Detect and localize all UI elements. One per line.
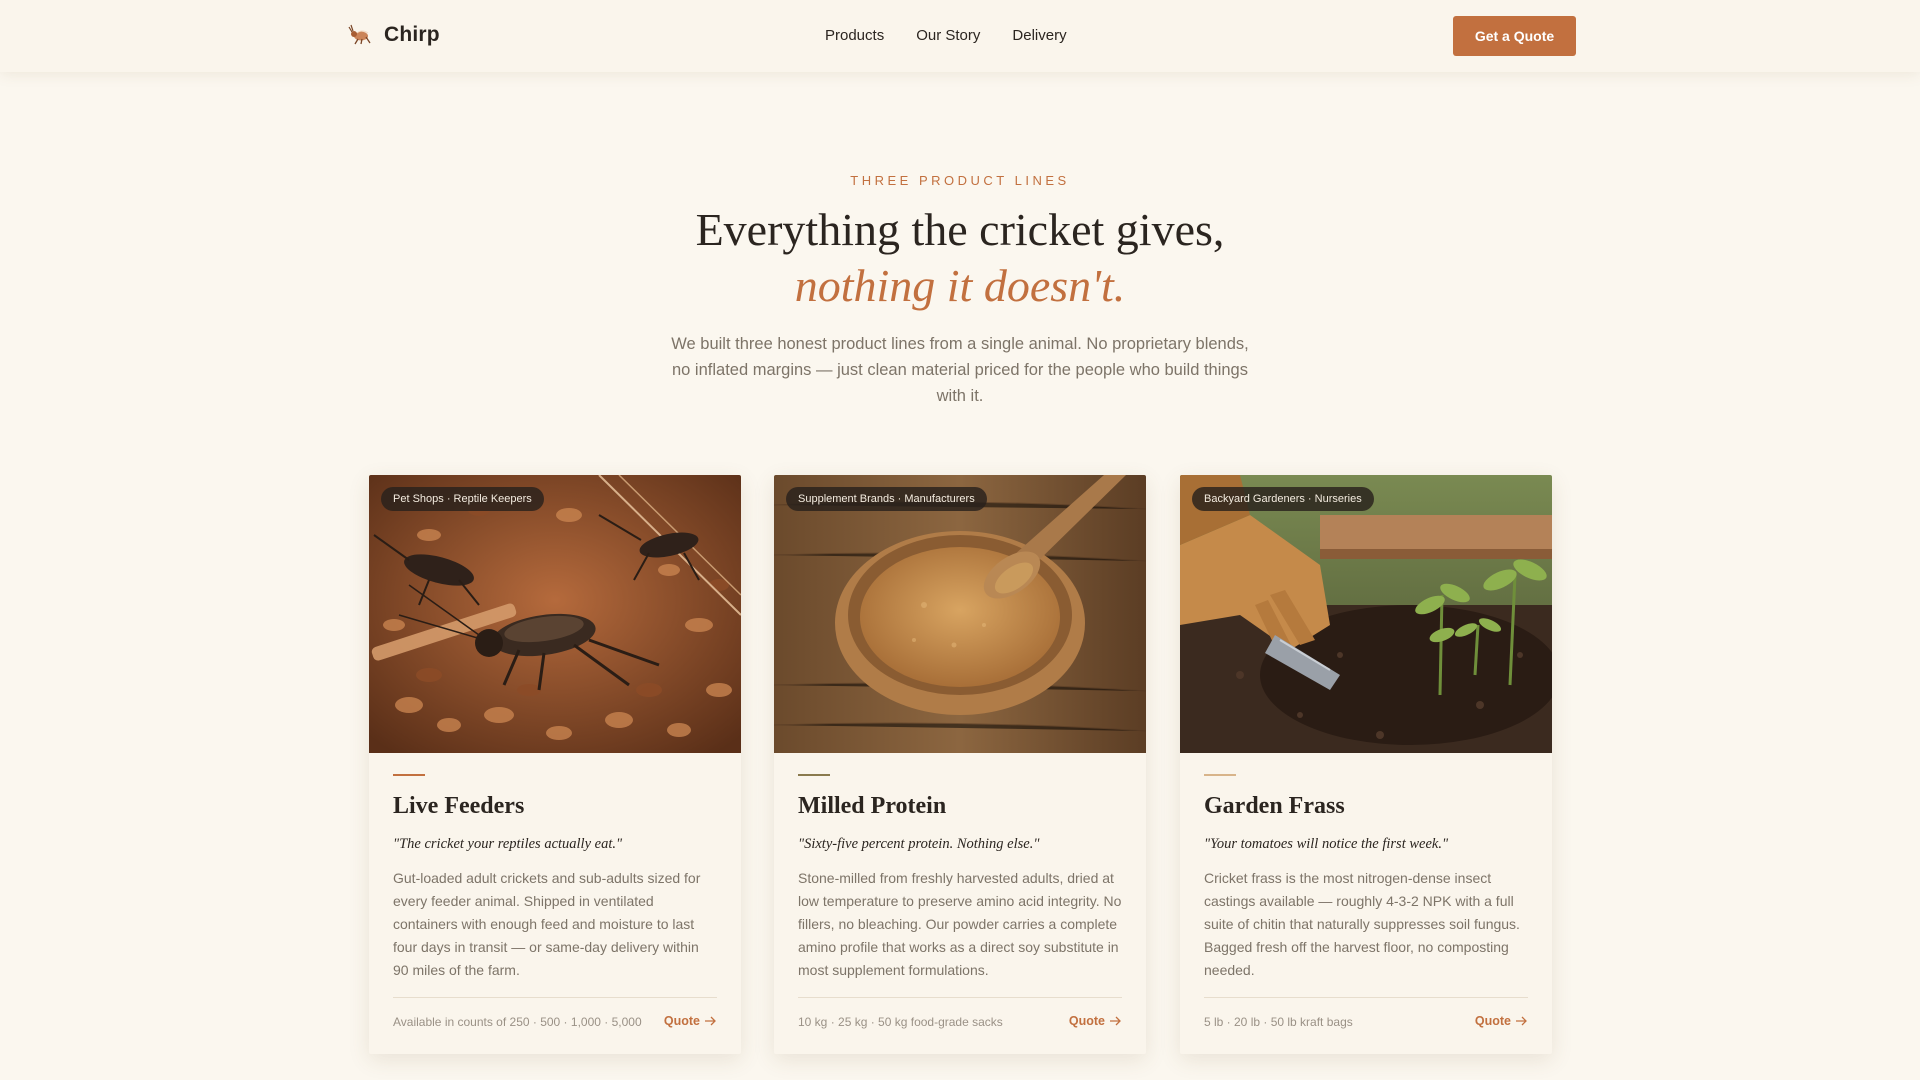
garden-soil-image-icon (1180, 475, 1552, 753)
nav-link-products[interactable]: Products (825, 27, 884, 44)
quote-link-label: Quote (1068, 1014, 1105, 1028)
product-description: Stone-milled from freshly harvested adul… (798, 870, 1122, 978)
product-tagline: "Sixty-five percent protein. Nothing els… (798, 836, 1040, 852)
card-footer: Available in counts of 250 · 500 · 1,000… (393, 1014, 717, 1032)
section-lede: We built three honest product lines from… (671, 335, 1249, 405)
product-description: Cricket frass is the most nitrogen-dense… (1204, 870, 1520, 978)
nav-link-our-story[interactable]: Our Story (916, 27, 980, 44)
section-title-italic: nothing it doesn't. (794, 260, 1126, 311)
product-description: Gut-loaded adult crickets and sub-adults… (393, 870, 701, 978)
get-a-quote-button[interactable]: Get a Quote (1453, 16, 1576, 56)
crickets-image-icon (369, 475, 741, 753)
product-card-milled-protein: Supplement Brands · Manufacturers Milled… (774, 475, 1146, 1054)
brand[interactable]: Chirp (348, 23, 440, 47)
product-title: Live Feeders (393, 793, 525, 819)
quote-link[interactable]: Quote (1069, 1014, 1122, 1028)
product-title: Garden Frass (1204, 793, 1345, 819)
arrow-right-icon (1110, 1016, 1121, 1026)
product-tagline: "The cricket your reptiles actually eat.… (393, 836, 623, 852)
accent-line (393, 774, 425, 776)
divider (1204, 997, 1528, 998)
section-title: Everything the cricket gives, (695, 204, 1225, 255)
quote-link-label: Quote (1474, 1014, 1511, 1028)
audience-tag: Supplement Brands · Manufacturers (786, 487, 987, 511)
arrow-right-icon (705, 1016, 716, 1026)
section-eyebrow: THREE PRODUCT LINES (850, 173, 1070, 188)
nav-link-delivery[interactable]: Delivery (1012, 27, 1066, 44)
brand-name: Chirp (384, 23, 440, 46)
protein-powder-photo: Supplement Brands · Manufacturers (774, 475, 1146, 753)
card-footer: 5 lb · 20 lb · 50 lb kraft bags Quote (1204, 1014, 1528, 1032)
quote-link[interactable]: Quote (664, 1014, 717, 1028)
product-card-live-feeders: Pet Shops · Reptile Keepers Live Feeders… (369, 475, 741, 1054)
audience-tag: Pet Shops · Reptile Keepers (381, 487, 544, 511)
quote-link[interactable]: Quote (1475, 1014, 1528, 1028)
garden-soil-photo: Backyard Gardeners · Nurseries (1180, 475, 1552, 753)
cricket-logo-icon (348, 24, 371, 45)
site-header: Chirp Products Our Story Delivery Get a … (0, 0, 1920, 72)
product-title: Milled Protein (798, 793, 947, 819)
product-sizes: 10 kg · 25 kg · 50 kg food-grade sacks (798, 1015, 1003, 1029)
product-card-garden-frass: Backyard Gardeners · Nurseries Garden Fr… (1180, 475, 1552, 1054)
divider (798, 997, 1122, 998)
quote-link-label: Quote (663, 1014, 700, 1028)
accent-line (798, 774, 830, 776)
audience-tag: Backyard Gardeners · Nurseries (1192, 487, 1374, 511)
accent-line (1204, 774, 1236, 776)
product-sizes: 5 lb · 20 lb · 50 lb kraft bags (1204, 1015, 1353, 1029)
arrow-right-icon (1516, 1016, 1527, 1026)
main-nav: Products Our Story Delivery (825, 27, 1067, 44)
product-sizes: Available in counts of 250 · 500 · 1,000… (393, 1015, 642, 1029)
card-footer: 10 kg · 25 kg · 50 kg food-grade sacks Q… (798, 1014, 1122, 1032)
product-tagline: "Your tomatoes will notice the first wee… (1204, 836, 1449, 852)
protein-powder-image-icon (774, 475, 1146, 753)
divider (393, 997, 717, 998)
crickets-photo: Pet Shops · Reptile Keepers (369, 475, 741, 753)
